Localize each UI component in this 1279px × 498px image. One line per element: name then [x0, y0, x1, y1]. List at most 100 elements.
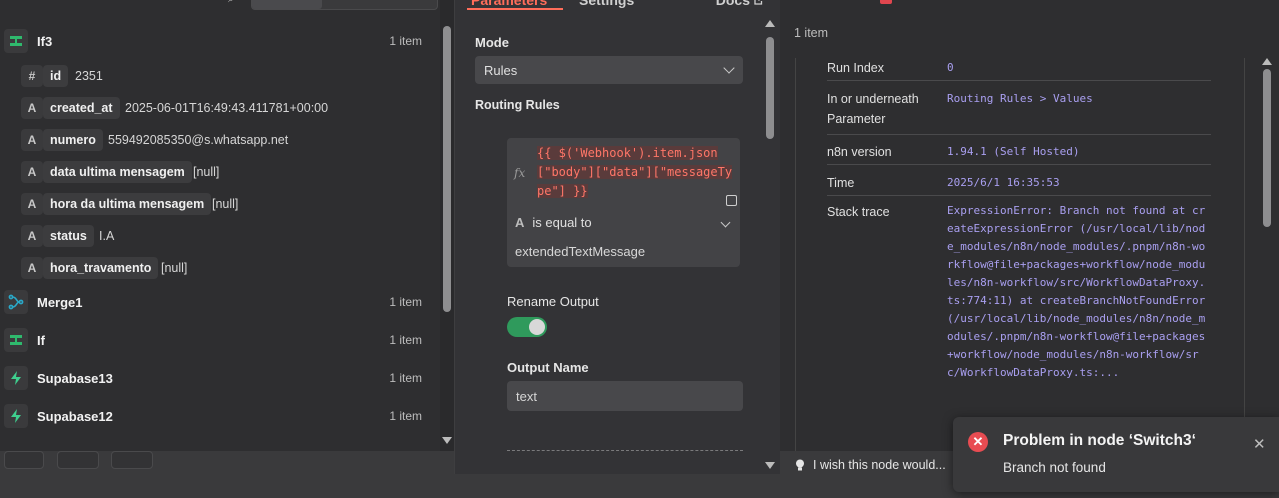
item-count: 1 item [389, 371, 422, 385]
bottom-pill[interactable] [111, 451, 153, 469]
node-row-supabase13[interactable]: Supabase13 1 item [0, 362, 438, 394]
if-icon [4, 328, 28, 352]
expression-line: {{ $('Webhook').item.json [537, 146, 718, 160]
node-name: Supabase13 [37, 370, 113, 386]
node-row-merge1[interactable]: Merge1 1 item [0, 286, 438, 318]
scrollbar-thumb[interactable] [766, 37, 774, 139]
operator-select[interactable]: A is equal to [515, 215, 592, 230]
input-data-panel: ⌕ If3 1 item # id 2351 A created_at 2025… [0, 0, 454, 451]
number-type-icon: # [21, 65, 43, 87]
tab-settings[interactable]: Settings [579, 0, 634, 8]
item-count: 1 item [389, 295, 422, 309]
field-row-numero: A numero 559492085350@s.whatsapp.net [0, 124, 438, 156]
string-type-icon: A [21, 257, 43, 279]
mode-select[interactable]: Rules [475, 56, 743, 84]
supabase-icon [4, 404, 28, 428]
detail-row: Run Index 0 [827, 58, 1211, 81]
field-row-status: A status I.A [0, 220, 438, 252]
string-type-icon: A [515, 215, 525, 230]
bottom-pill[interactable] [4, 451, 44, 469]
field-key[interactable]: data ultima mensagem [43, 161, 192, 183]
string-type-icon: A [21, 129, 43, 151]
error-details: Run Index 0 In or underneath Parameter R… [795, 58, 1245, 451]
feedback-link[interactable]: I wish this node would... [795, 458, 946, 472]
field-value[interactable]: [null] [212, 197, 238, 211]
search-icon[interactable]: ⌕ [228, 0, 238, 5]
field-key[interactable]: status [43, 225, 94, 247]
detail-value[interactable]: 2025/6/1 16:35:53 [947, 174, 1209, 192]
string-type-icon: A [21, 161, 43, 183]
field-key[interactable]: hora_travamento [43, 257, 159, 279]
detail-key: Time [827, 176, 855, 190]
chevron-down-icon [723, 62, 735, 74]
detail-row: In or underneath Parameter Routing Rules… [827, 89, 1211, 135]
rename-output-label: Rename Output [507, 294, 599, 309]
parameters-panel: Parameters Settings Docs Mode Rules Rout… [454, 0, 780, 474]
scrollbar-thumb[interactable] [1263, 69, 1271, 227]
supabase-icon [4, 366, 28, 390]
tab-parameters[interactable]: Parameters [471, 0, 547, 8]
field-value[interactable]: 559492085350@s.whatsapp.net [108, 133, 288, 147]
scroll-up-arrow-icon[interactable] [765, 20, 775, 27]
stack-trace-value[interactable]: ExpressionError: Branch not found at cre… [947, 202, 1209, 382]
error-icon: ✕ [968, 432, 988, 452]
string-type-icon: A [21, 225, 43, 247]
tab-docs[interactable]: Docs [716, 0, 764, 8]
scrollbar-thumb[interactable] [443, 26, 451, 312]
field-value[interactable]: 2351 [75, 69, 103, 83]
string-type-icon: A [21, 193, 43, 215]
error-toast: ✕ Problem in node ‘Switch3‘ Branch not f… [953, 417, 1279, 492]
detail-row: Stack trace ExpressionError: Branch not … [827, 201, 1211, 451]
node-name: Merge1 [37, 294, 83, 310]
field-key[interactable]: id [43, 65, 69, 87]
detail-value[interactable]: 1.94.1 (Self Hosted) [947, 143, 1209, 161]
comparison-value-input[interactable]: extendedTextMessage [515, 244, 645, 259]
output-name-input[interactable]: text [507, 381, 743, 411]
field-key[interactable]: created_at [43, 97, 120, 119]
mode-label: Mode [475, 35, 509, 50]
node-name: Supabase12 [37, 408, 113, 424]
detail-key: Run Index [827, 61, 884, 75]
node-name: If3 [37, 33, 53, 49]
feedback-text: I wish this node would... [813, 458, 946, 472]
expand-icon[interactable] [726, 195, 737, 206]
panel-tabs: Parameters Settings Docs [455, 0, 781, 18]
expression-line: pe"] }} [537, 184, 588, 198]
field-value[interactable]: [null] [161, 261, 187, 275]
rename-output-toggle[interactable] [507, 317, 547, 337]
bottom-pill[interactable] [57, 451, 99, 469]
detail-value[interactable]: Routing Rules > Values [947, 90, 1209, 108]
active-tab-indicator [467, 8, 563, 10]
toast-message: Branch not found [1003, 460, 1106, 475]
scroll-down-arrow-icon[interactable] [765, 462, 775, 469]
scroll-down-arrow-icon[interactable] [442, 437, 452, 444]
external-link-icon [754, 0, 763, 5]
merge-icon [4, 290, 28, 314]
field-row-hora-travamento: A hora_travamento [null] [0, 252, 438, 284]
detail-key: n8n version [827, 145, 892, 159]
field-key[interactable]: hora da ultima mensagem [43, 193, 212, 215]
chevron-down-icon[interactable] [720, 217, 731, 228]
field-value[interactable]: I.A [99, 229, 114, 243]
node-row-if3[interactable]: If3 1 item [0, 25, 438, 57]
field-value[interactable]: 2025-06-01T16:49:43.411781+00:00 [125, 101, 328, 115]
toggle-knob [529, 319, 545, 335]
expression-editor[interactable]: {{ $('Webhook').item.json ["body"]["data… [537, 144, 733, 201]
scroll-up-arrow-icon[interactable] [1262, 58, 1272, 65]
field-key[interactable]: numero [43, 129, 103, 151]
close-icon[interactable]: ✕ [1253, 435, 1266, 453]
field-value[interactable]: [null] [193, 165, 219, 179]
node-row-if[interactable]: If 1 item [0, 324, 438, 356]
detail-value[interactable]: 0 [947, 59, 1209, 77]
output-name-value: text [516, 388, 537, 404]
routing-rules-label: Routing Rules [475, 98, 560, 112]
item-count: 1 item [389, 34, 422, 48]
item-count: 1 item [389, 333, 422, 347]
display-mode-toggle[interactable] [251, 0, 438, 10]
node-name: If [37, 332, 45, 348]
string-type-icon: A [21, 97, 43, 119]
node-row-supabase12[interactable]: Supabase12 1 item [0, 400, 438, 432]
lightbulb-icon [796, 459, 804, 470]
docs-label: Docs [715, 0, 750, 8]
detail-row: Time 2025/6/1 16:35:53 [827, 171, 1211, 196]
